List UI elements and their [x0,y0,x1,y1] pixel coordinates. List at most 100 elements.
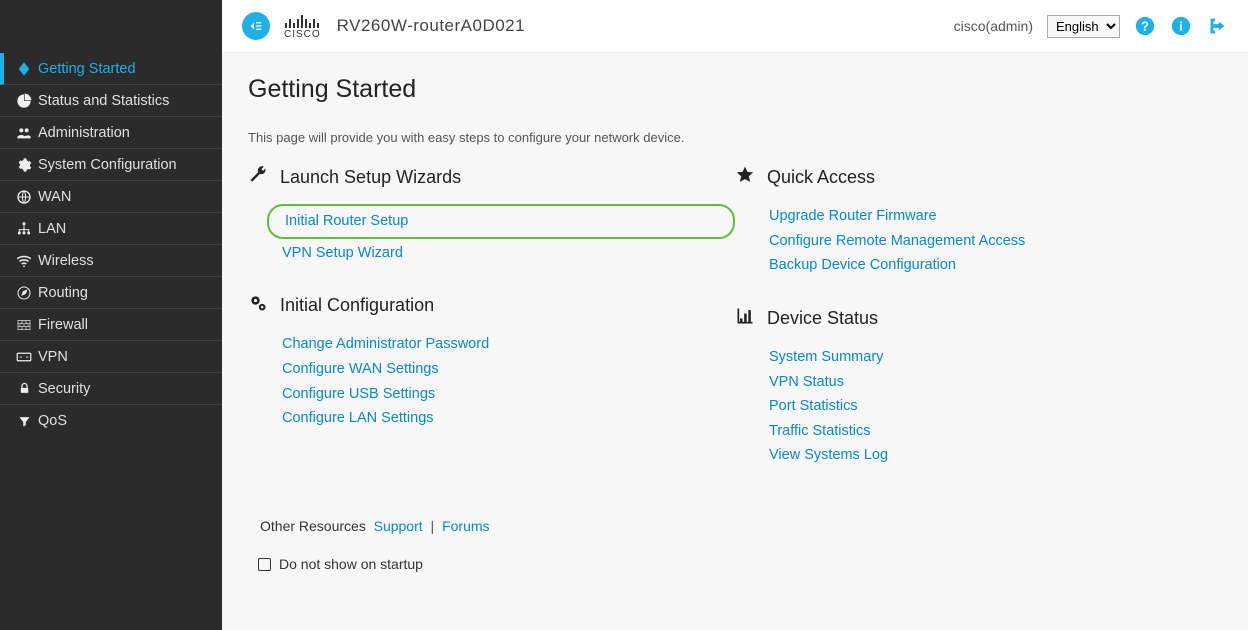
info-icon[interactable]: i [1170,15,1192,37]
compass-icon [10,285,38,301]
link-system-summary[interactable]: System Summary [769,345,1222,370]
section-heading-text: Initial Configuration [280,295,434,316]
filter-icon [10,414,38,429]
link-remote-management[interactable]: Configure Remote Management Access [769,229,1222,254]
link-view-systems-log[interactable]: View Systems Log [769,443,1222,468]
right-column: Quick Access Upgrade Router Firmware Con… [735,165,1222,496]
nav-firewall[interactable]: Firewall [0,309,222,341]
users-icon [10,125,38,141]
section-heading: Launch Setup Wizards [248,165,735,190]
svg-text:i: i [1179,20,1183,34]
sidebar: Getting Started Status and Statistics Ad… [0,0,222,630]
intro-text: This page will provide you with easy ste… [248,130,1222,145]
language-select[interactable]: English [1047,15,1120,38]
vpn-icon [10,348,38,366]
lock-icon [10,381,38,396]
page-title: Getting Started [248,75,1222,104]
gears-icon [248,293,268,318]
nav-system-config[interactable]: System Configuration [0,149,222,181]
nav-label: Firewall [38,317,222,333]
link-list: System Summary VPN Status Port Statistic… [735,345,1222,468]
gear-icon [10,157,38,173]
nav-administration[interactable]: Administration [0,117,222,149]
link-change-admin-password[interactable]: Change Administrator Password [282,332,735,357]
dont-show-on-startup[interactable]: Do not show on startup [248,556,1222,572]
cisco-bars-icon [285,12,319,28]
section-heading: Device Status [735,306,1222,331]
content: Getting Started This page will provide y… [222,53,1248,630]
sidebar-toggle-button[interactable] [242,12,270,40]
cisco-logo: CISCO [284,12,321,40]
section-heading: Quick Access [735,165,1222,190]
nav-label: System Configuration [38,157,222,173]
globe-icon [10,189,38,205]
nav-label: LAN [38,221,222,237]
section-launch-wizards: Launch Setup Wizards Initial Router Setu… [248,165,735,265]
wrench-icon [248,165,268,190]
logout-icon[interactable] [1206,15,1228,37]
wifi-icon [10,252,38,270]
link-port-statistics[interactable]: Port Statistics [769,394,1222,419]
left-column: Launch Setup Wizards Initial Router Setu… [248,165,735,496]
nav-routing[interactable]: Routing [0,277,222,309]
other-resources-label: Other Resources [260,518,366,534]
link-backup-config[interactable]: Backup Device Configuration [769,253,1222,278]
nav-qos[interactable]: QoS [0,405,222,437]
section-heading-text: Device Status [767,308,878,329]
columns: Launch Setup Wizards Initial Router Setu… [248,165,1222,496]
header-right: cisco(admin) English ? i [954,15,1228,38]
nav-label: QoS [38,413,222,429]
nav-label: Wireless [38,253,222,269]
link-support[interactable]: Support [374,518,423,534]
link-configure-usb[interactable]: Configure USB Settings [282,382,735,407]
nav-label: WAN [38,189,222,205]
nav-status[interactable]: Status and Statistics [0,85,222,117]
sitemap-icon [10,221,38,237]
section-device-status: Device Status System Summary VPN Status … [735,306,1222,468]
link-upgrade-firmware[interactable]: Upgrade Router Firmware [769,204,1222,229]
diamond-icon [10,61,38,77]
device-name: RV260W-routerA0D021 [337,16,525,36]
section-heading-text: Launch Setup Wizards [280,167,461,188]
link-list: Initial Router Setup VPN Setup Wizard [248,204,735,265]
link-vpn-status[interactable]: VPN Status [769,370,1222,395]
nav-wireless[interactable]: Wireless [0,245,222,277]
sidebar-spacer [0,0,222,53]
section-heading-text: Quick Access [767,167,875,188]
nav-security[interactable]: Security [0,373,222,405]
nav-getting-started[interactable]: Getting Started [0,53,222,85]
checkbox-icon[interactable] [258,558,271,571]
other-resources: Other Resources Support | Forums [248,518,1222,534]
cisco-text: CISCO [284,29,321,40]
separator: | [427,518,439,534]
link-list: Upgrade Router Firmware Configure Remote… [735,204,1222,278]
link-configure-wan[interactable]: Configure WAN Settings [282,357,735,382]
nav-label: Security [38,381,222,397]
help-icon[interactable]: ? [1134,15,1156,37]
bar-chart-icon [735,306,755,331]
svg-text:?: ? [1141,19,1149,34]
section-quick-access: Quick Access Upgrade Router Firmware Con… [735,165,1222,278]
dont-show-label: Do not show on startup [279,556,423,572]
section-heading: Initial Configuration [248,293,735,318]
star-icon [735,165,755,190]
link-configure-lan[interactable]: Configure LAN Settings [282,406,735,431]
nav-lan[interactable]: LAN [0,213,222,245]
link-forums[interactable]: Forums [442,518,489,534]
link-vpn-setup-wizard[interactable]: VPN Setup Wizard [282,241,735,266]
link-initial-router-setup[interactable]: Initial Router Setup [267,204,735,239]
wall-icon [10,317,38,333]
nav-label: Administration [38,125,222,141]
link-traffic-statistics[interactable]: Traffic Statistics [769,419,1222,444]
section-initial-config: Initial Configuration Change Administrat… [248,293,735,431]
nav-label: VPN [38,349,222,365]
nav-wan[interactable]: WAN [0,181,222,213]
nav-label: Routing [38,285,222,301]
nav-vpn[interactable]: VPN [0,341,222,373]
username: cisco(admin) [954,18,1033,34]
nav-label: Status and Statistics [38,93,222,109]
header: CISCO RV260W-routerA0D021 cisco(admin) E… [222,0,1248,53]
nav-label: Getting Started [38,61,222,77]
pie-icon [10,93,38,109]
link-list: Change Administrator Password Configure … [248,332,735,431]
